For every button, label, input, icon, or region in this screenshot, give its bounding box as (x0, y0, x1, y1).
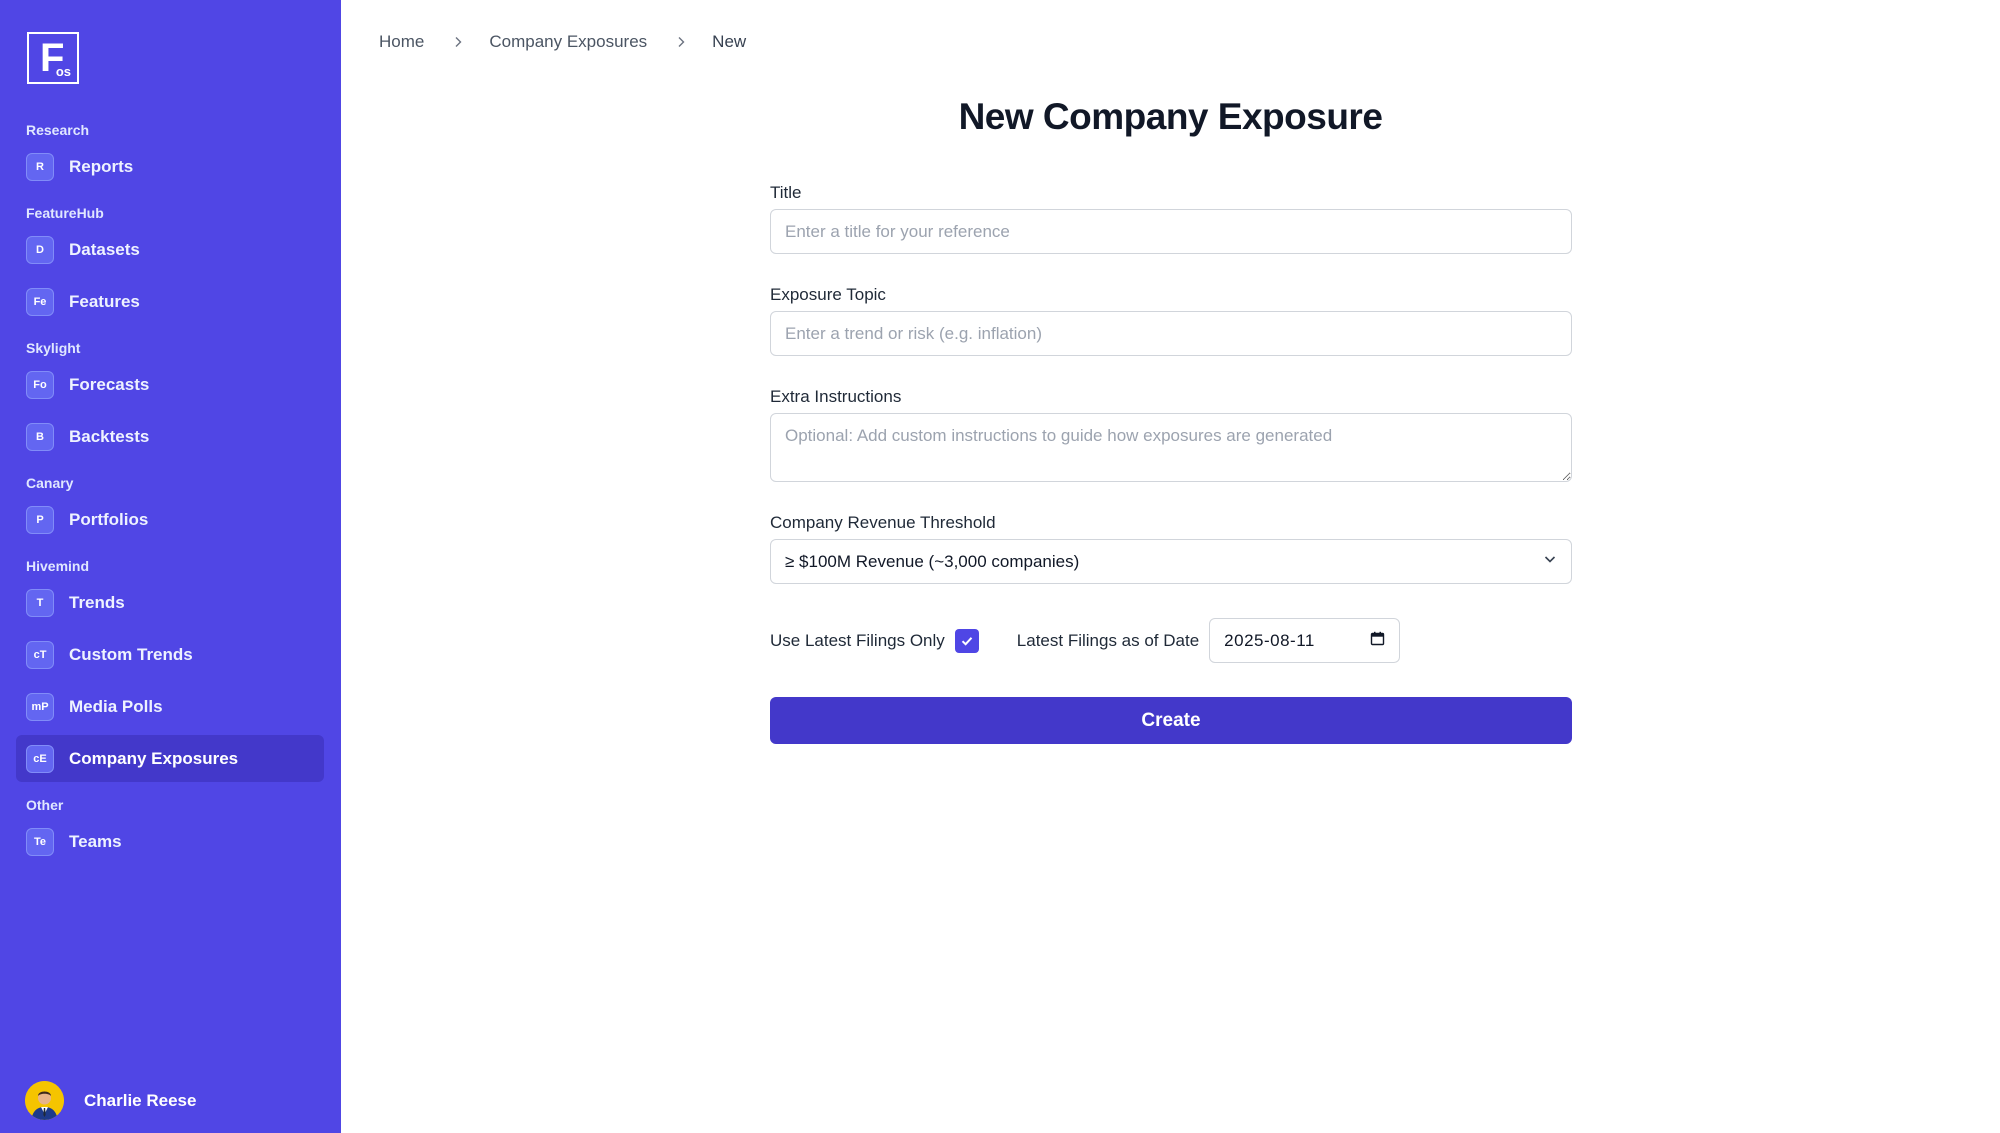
title-label: Title (770, 183, 802, 202)
filings-options-row: Use Latest Filings Only Latest Filings a… (770, 618, 1401, 663)
avatar (25, 1081, 64, 1120)
nav-badge-icon: T (26, 588, 54, 617)
sidebar-item-reports[interactable]: R Reports (16, 143, 324, 190)
check-icon (961, 636, 973, 646)
breadcrumb: Home Company Exposures New (379, 30, 746, 54)
sidebar-item-label: Company Exposures (69, 748, 239, 768)
sidebar: F os Research R Reports FeatureHub D Dat… (0, 0, 341, 1133)
nav-badge-icon: P (26, 505, 54, 534)
sidebar-item-label: Features (69, 291, 140, 311)
extra-instructions-textarea[interactable] (770, 413, 1572, 482)
breadcrumb-company-exposures[interactable]: Company Exposures (489, 32, 647, 52)
nav-group-label: Other (26, 797, 64, 813)
breadcrumb-current: New (712, 32, 747, 51)
sidebar-item-custom-trends[interactable]: cT Custom Trends (16, 631, 324, 678)
sidebar-item-backtests[interactable]: B Backtests (16, 413, 324, 460)
sidebar-item-forecasts[interactable]: Fo Forecasts (16, 361, 324, 408)
nav-badge-icon: D (26, 235, 54, 264)
app-logo[interactable]: F os (27, 32, 79, 84)
sidebar-item-label: Custom Trends (69, 644, 193, 664)
filings-date-input[interactable]: 2025-08-11 (1209, 618, 1401, 663)
chevron-right-icon (450, 34, 466, 50)
sidebar-nav: Research R Reports FeatureHub D Datasets… (0, 117, 341, 865)
logo-subscript: os (55, 64, 71, 79)
nav-group-label: Hivemind (26, 558, 90, 574)
sidebar-item-label: Forecasts (69, 374, 150, 394)
sidebar-item-datasets[interactable]: D Datasets (16, 226, 324, 273)
exposure-topic-input[interactable] (770, 311, 1572, 356)
nav-badge-icon: mP (26, 692, 54, 721)
latest-filings-label: Use Latest Filings Only (770, 630, 945, 650)
sidebar-item-teams[interactable]: Te Teams (16, 818, 324, 865)
revenue-threshold-label: Company Revenue Threshold (770, 513, 996, 532)
page-title: New Company Exposure (958, 96, 1383, 137)
user-name: Charlie Reese (84, 1090, 197, 1110)
chevron-down-icon (1543, 552, 1557, 571)
sidebar-item-label: Datasets (69, 239, 140, 259)
nav-group-label: Research (26, 122, 90, 138)
sidebar-item-label: Backtests (69, 426, 150, 446)
extra-instructions-label: Extra Instructions (770, 387, 902, 406)
nav-badge-icon: B (26, 422, 54, 451)
create-button[interactable]: Create (770, 697, 1572, 744)
nav-group-label: FeatureHub (26, 205, 104, 221)
calendar-icon[interactable] (1370, 631, 1385, 651)
sidebar-item-label: Media Polls (69, 696, 163, 716)
sidebar-item-portfolios[interactable]: P Portfolios (16, 496, 324, 543)
chevron-right-icon (673, 34, 689, 50)
exposure-topic-label: Exposure Topic (770, 285, 886, 304)
sidebar-item-features[interactable]: Fe Features (16, 278, 324, 325)
nav-badge-icon: cT (26, 640, 54, 669)
user-profile[interactable]: Charlie Reese (25, 1081, 196, 1120)
nav-badge-icon: cE (26, 744, 54, 773)
nav-badge-icon: R (26, 152, 54, 181)
sidebar-item-label: Trends (69, 592, 125, 612)
filings-date-value: 2025-08-11 (1224, 630, 1315, 650)
sidebar-item-trends[interactable]: T Trends (16, 579, 324, 626)
sidebar-item-label: Teams (69, 831, 122, 851)
sidebar-item-media-polls[interactable]: mP Media Polls (16, 683, 324, 730)
nav-badge-icon: Fo (26, 370, 54, 399)
breadcrumb-home[interactable]: Home (379, 32, 424, 52)
revenue-threshold-value: ≥ $100M Revenue (~3,000 companies) (785, 551, 1080, 571)
sidebar-item-label: Portfolios (69, 509, 149, 529)
title-input[interactable] (770, 209, 1572, 254)
nav-group-label: Skylight (26, 340, 81, 356)
sidebar-item-company-exposures[interactable]: cE Company Exposures (16, 735, 324, 782)
filings-date-label: Latest Filings as of Date (1016, 630, 1200, 650)
nav-group-label: Canary (26, 475, 74, 491)
nav-badge-icon: Te (26, 827, 54, 856)
revenue-threshold-select[interactable]: ≥ $100M Revenue (~3,000 companies) (770, 539, 1572, 584)
nav-badge-icon: Fe (26, 287, 54, 316)
sidebar-item-label: Reports (69, 156, 134, 176)
latest-filings-checkbox[interactable] (954, 628, 979, 653)
